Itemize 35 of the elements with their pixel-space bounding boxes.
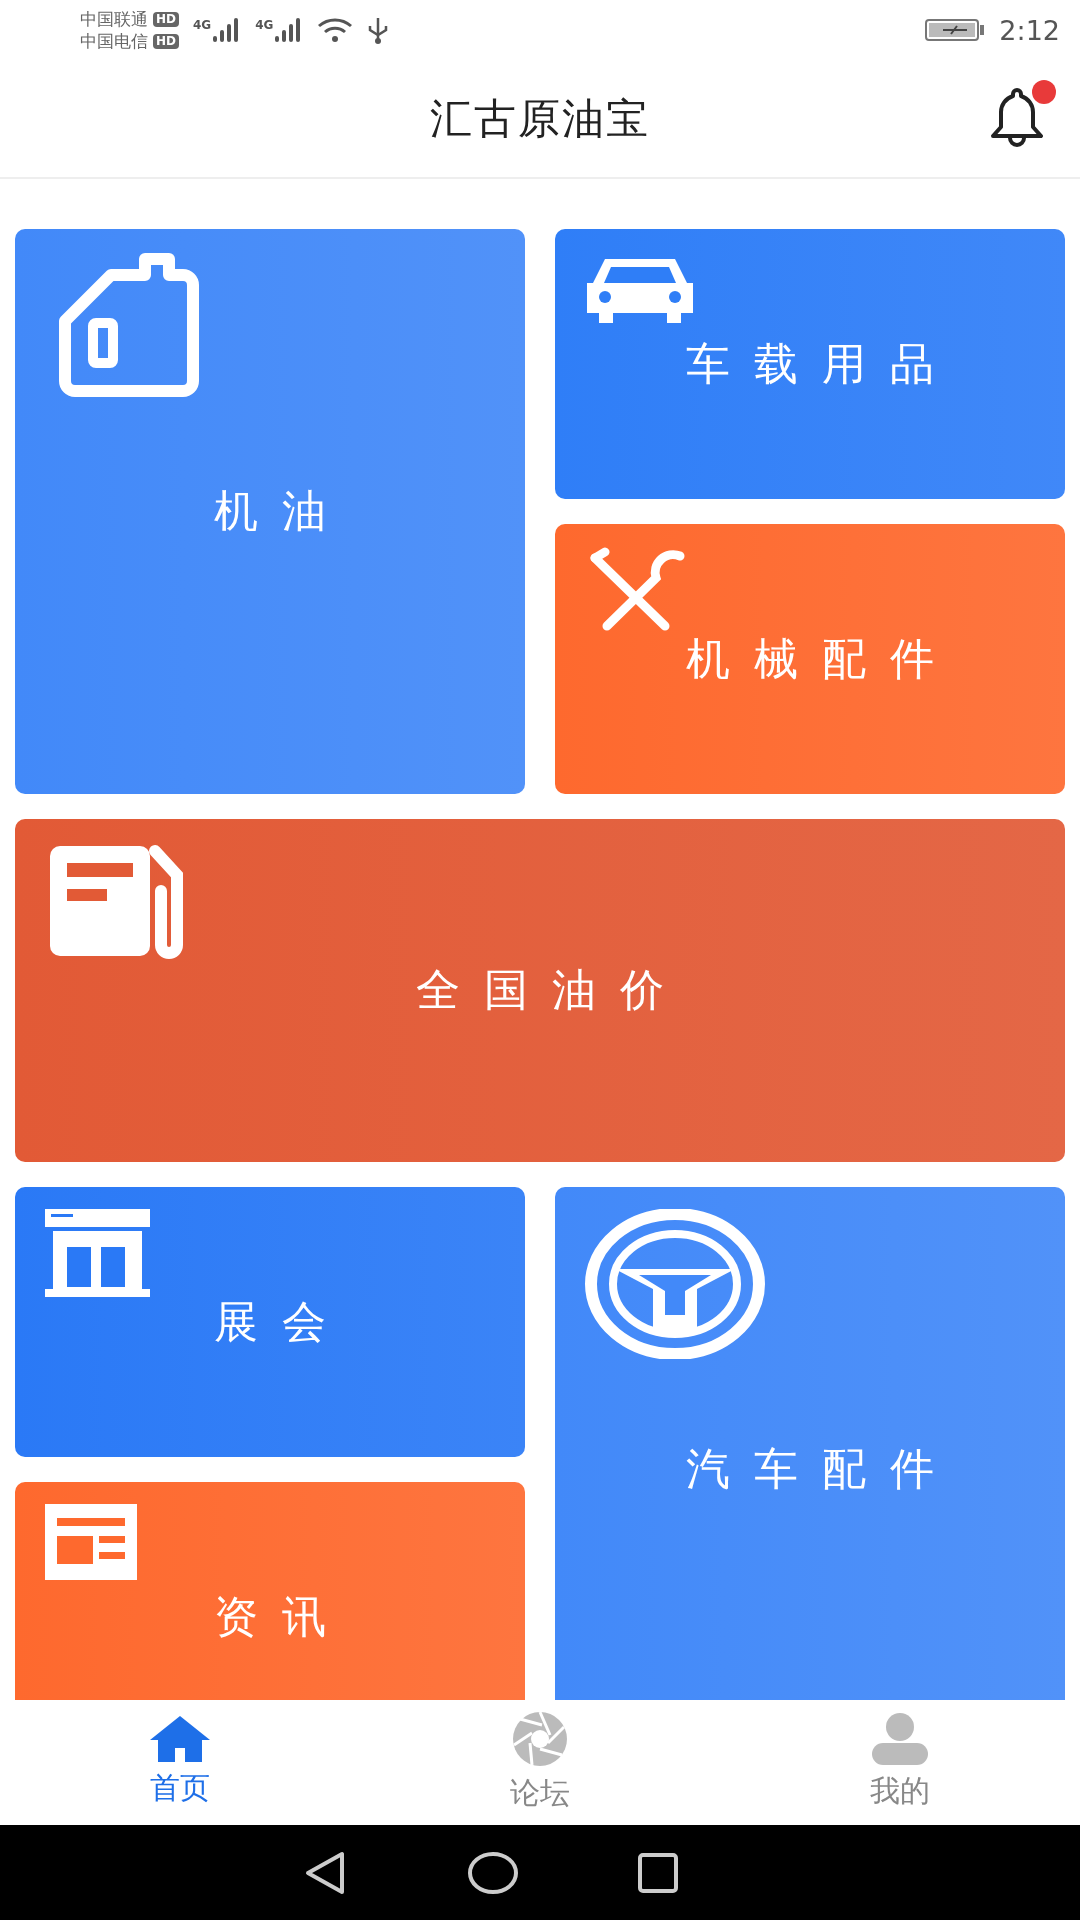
news-icon xyxy=(45,1504,137,1580)
carrier-name: 中国联通 xyxy=(80,9,148,29)
recents-icon[interactable] xyxy=(638,1852,678,1893)
nav-tab[interactable]: 论坛 xyxy=(360,1700,720,1825)
hd-badge: HD xyxy=(153,11,179,27)
nav-tab[interactable]: 首页 xyxy=(0,1700,360,1825)
category-tile[interactable]: 全国油价 xyxy=(15,819,1065,1162)
aperture-icon xyxy=(512,1711,568,1767)
network-type: 4G xyxy=(193,18,212,32)
app-title: 汇古原油宝 xyxy=(430,92,650,145)
status-time: 2:12 xyxy=(999,14,1060,46)
category-tile[interactable]: 资讯 xyxy=(15,1482,525,1700)
person-icon xyxy=(870,1713,930,1765)
home-circle-icon[interactable] xyxy=(468,1851,518,1894)
home-icon xyxy=(150,1716,210,1762)
category-tile[interactable]: 机械配件 xyxy=(555,524,1065,794)
tile-label: 全国油价 xyxy=(416,963,688,1017)
tile-label: 展会 xyxy=(214,1294,350,1349)
steering-wheel-icon xyxy=(585,1209,765,1359)
tile-label: 机械配件 xyxy=(686,631,958,686)
category-tile[interactable]: 汽车配件 xyxy=(555,1187,1065,1700)
category-tile[interactable]: 机油 xyxy=(15,229,525,794)
network-type: 4G xyxy=(255,18,274,32)
tile-label: 资讯 xyxy=(214,1589,350,1644)
tile-label: 汽车配件 xyxy=(686,1442,958,1496)
category-tile[interactable]: 展会 xyxy=(15,1187,525,1457)
category-tile[interactable]: 车载用品 xyxy=(555,229,1065,499)
battery-icon xyxy=(925,18,986,42)
wifi-icon xyxy=(317,17,354,43)
hd-badge: HD xyxy=(153,33,179,49)
usb-icon xyxy=(367,16,390,44)
tile-label: 机油 xyxy=(214,484,350,538)
tile-label: 车载用品 xyxy=(686,336,958,391)
carrier-name: 中国电信 xyxy=(80,31,148,51)
nav-tab[interactable]: 我的 xyxy=(720,1700,1080,1825)
